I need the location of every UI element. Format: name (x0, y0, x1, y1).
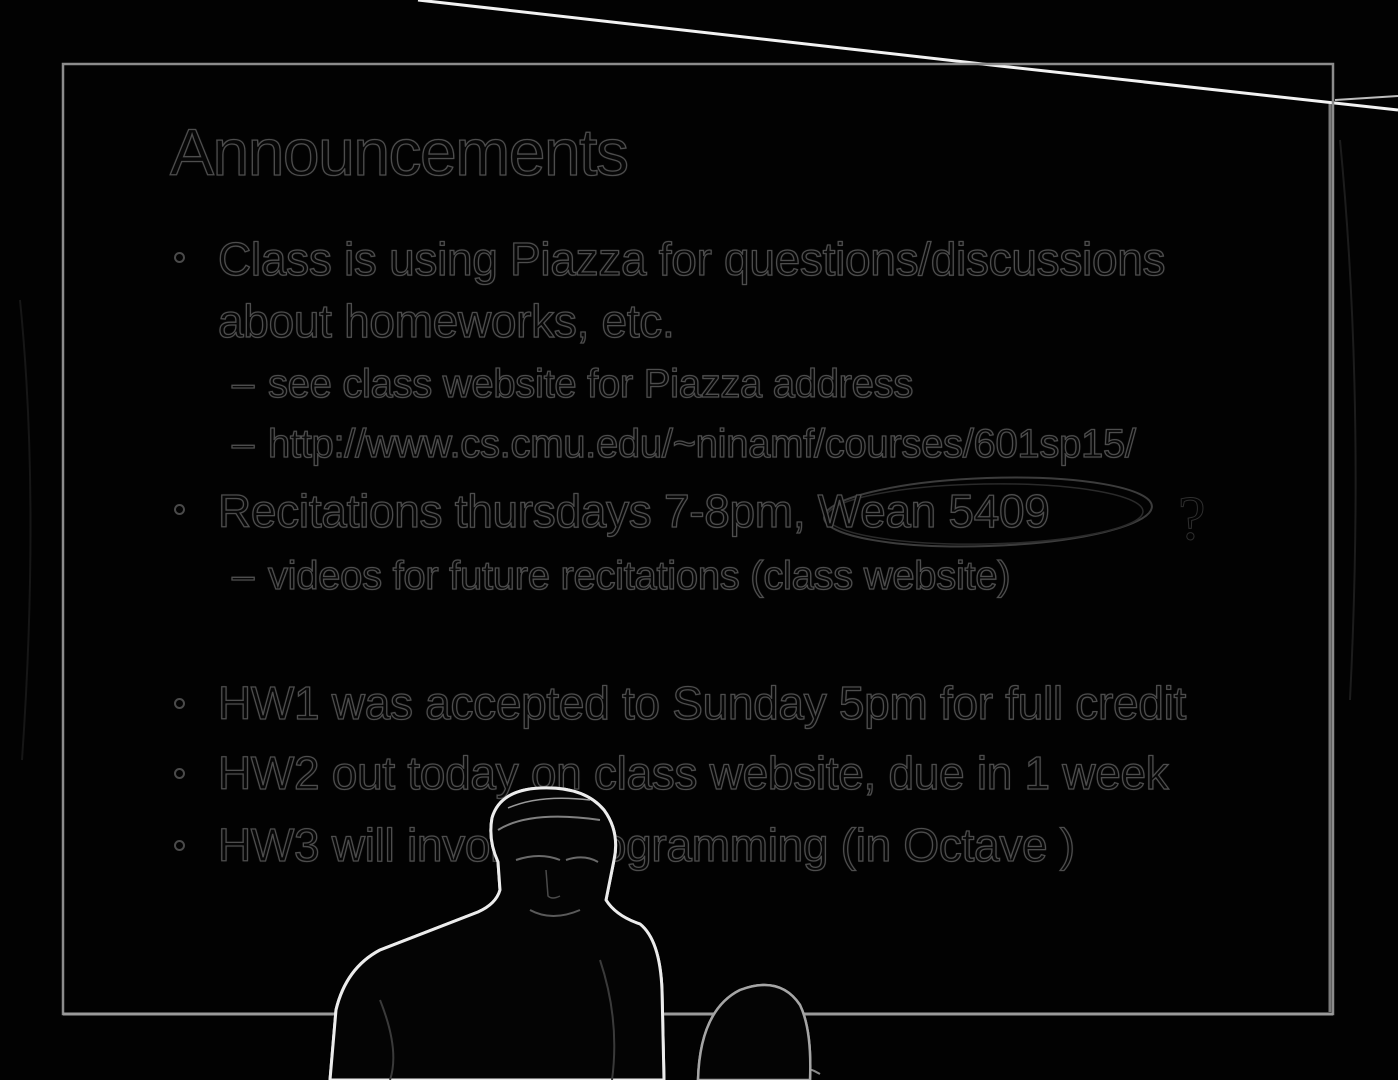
bullet-marker (174, 840, 185, 851)
ceiling-edge-line (417, 0, 1398, 112)
audience-member-silhouette (696, 983, 812, 1080)
bullet-marker (174, 252, 185, 263)
bullet-marker (174, 768, 185, 779)
dash-marker: – (231, 361, 255, 406)
lecture-scene: Announcements Class is using Piazza for … (0, 0, 1398, 1080)
slide-title: Announcements (169, 114, 629, 189)
bullet-hw2: HW2 out today on class website, due in 1… (217, 746, 1169, 799)
sub-bullet-videos: – videos for future recitations (class we… (231, 553, 1011, 599)
bullet-hw1: HW1 was accepted to Sunday 5pm for full … (217, 676, 1187, 729)
bullet-marker (174, 504, 185, 515)
sub-bullet-text: videos for future recitations (class web… (267, 553, 1011, 598)
ceiling-edge-line-2 (1334, 95, 1398, 101)
sub-bullet-text: see class website for Piazza address (267, 361, 914, 406)
dash-marker: – (231, 553, 255, 598)
sub-bullet-class-url: – http://www.cs.cmu.edu/~ninamf/courses/6… (231, 421, 1136, 467)
bullet-recitations: Recitations thursdays 7-8pm, Wean 5409 (217, 484, 1050, 537)
handwritten-question-mark: ? (1178, 485, 1207, 554)
bullet-hw3: HW3 will involve programming (in Octave … (217, 818, 1075, 871)
sub-bullet-piazza-address: – see class website for Piazza address (231, 361, 914, 407)
bullet-piazza-line1: Class is using Piazza for questions/disc… (217, 232, 1166, 285)
dash-marker: – (231, 421, 255, 466)
bullet-marker (174, 698, 185, 709)
sub-bullet-text: http://www.cs.cmu.edu/~ninamf/courses/60… (267, 421, 1136, 466)
bullet-piazza-line2: about homeworks, etc. (217, 294, 675, 347)
